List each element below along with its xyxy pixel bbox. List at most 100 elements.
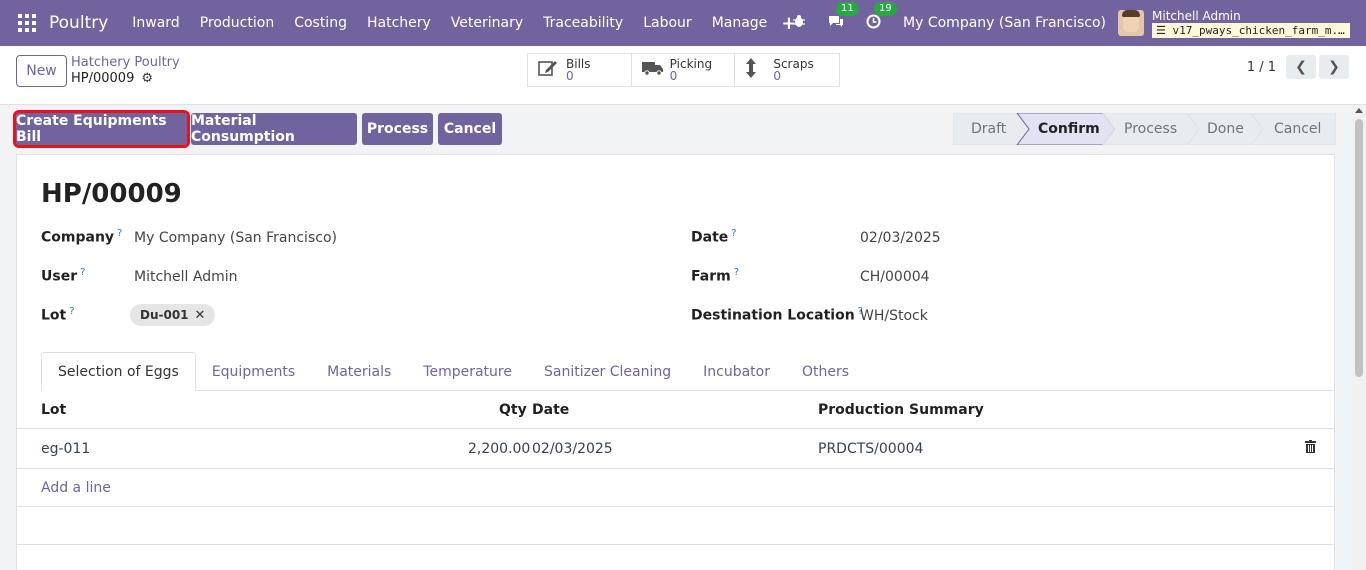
menu-item-production[interactable]: Production: [190, 15, 284, 31]
destination-location-field[interactable]: WH/Stock: [860, 308, 928, 324]
date-field[interactable]: 02/03/2025: [860, 230, 941, 246]
menu-item-manage[interactable]: Manage: [702, 15, 778, 31]
chevron-right-icon: ❯: [1328, 59, 1340, 75]
user-field[interactable]: Mitchell Admin: [134, 269, 238, 285]
bills-count: 0: [566, 69, 574, 83]
pager-next-button[interactable]: ❯: [1319, 55, 1349, 79]
picking-smart-button[interactable]: Picking 0: [632, 54, 736, 86]
cancel-button[interactable]: Cancel: [438, 113, 502, 145]
gear-icon[interactable]: ⚙: [141, 71, 153, 86]
help-icon[interactable]: ?: [731, 228, 736, 239]
table-row[interactable]: eg-011 2,200.00 02/03/2025 PRDCTS/00004: [17, 429, 1335, 469]
menu-item-traceability[interactable]: Traceability: [533, 15, 633, 31]
main-menu: Inward Production Costing Hatchery Veter…: [122, 13, 796, 34]
farm-field[interactable]: CH/00004: [860, 269, 930, 285]
activity-clock-icon[interactable]: 19: [866, 1, 897, 33]
farm-label: Farm?: [691, 267, 739, 285]
menu-item-labour[interactable]: Labour: [633, 15, 701, 31]
table-header: Lot Qty Date Production Summary: [17, 391, 1335, 429]
bills-smart-button[interactable]: Bills 0: [528, 54, 632, 86]
apps-menu-icon[interactable]: [18, 14, 36, 32]
smart-buttons: Bills 0 Picking 0 Scraps 0: [527, 53, 840, 87]
add-line-link[interactable]: Add a line: [41, 480, 111, 496]
tab-sanitizer-cleaning[interactable]: Sanitizer Cleaning: [528, 352, 687, 391]
picking-count: 0: [669, 69, 678, 83]
help-icon[interactable]: ?: [69, 306, 74, 317]
material-consumption-button[interactable]: Material Consumption: [191, 113, 357, 145]
messages-icon[interactable]: 11: [828, 2, 859, 32]
scraps-smart-button[interactable]: Scraps 0: [735, 54, 839, 86]
database-name-text: v17_pways_chicken_farm_m...: [1172, 23, 1351, 37]
tab-incubator[interactable]: Incubator: [687, 352, 786, 391]
activity-badge: 19: [874, 1, 897, 16]
arrows-vertical-icon: [745, 58, 767, 82]
database-name: ☰ v17_pways_chicken_farm_m...: [1152, 22, 1351, 38]
row-lot[interactable]: eg-011: [41, 441, 90, 457]
destination-location-label: Destination Location?: [691, 306, 863, 324]
messages-badge: 11: [836, 2, 859, 16]
eggs-table: Lot Qty Date Production Summary eg-011 2…: [17, 391, 1335, 545]
add-line-row: Add a line: [17, 469, 1335, 507]
scraps-count: 0: [773, 69, 781, 83]
help-icon[interactable]: ?: [117, 228, 122, 239]
create-equipments-bill-button[interactable]: Create Equipments Bill: [13, 110, 190, 148]
form-statusbar: Create Equipments Bill Material Consumpt…: [0, 105, 1352, 154]
user-label: User?: [41, 267, 85, 285]
company-field[interactable]: My Company (San Francisco): [134, 230, 337, 246]
lot-tag[interactable]: Du-001 ✕: [130, 304, 216, 326]
row-production-summary[interactable]: PRDCTS/00004: [818, 441, 923, 457]
user-avatar[interactable]: [1118, 10, 1144, 36]
breadcrumb-parent[interactable]: Hatchery Poultry: [71, 55, 180, 70]
pager-value[interactable]: 1 / 1: [1247, 60, 1276, 75]
stage-done[interactable]: Done: [1207, 121, 1244, 137]
column-header-production-summary[interactable]: Production Summary: [818, 402, 984, 418]
stage-cancel[interactable]: Cancel: [1274, 121, 1321, 137]
stage-confirm[interactable]: Confirm: [1038, 121, 1100, 137]
record-title: HP/00009: [41, 179, 182, 209]
stage-process[interactable]: Process: [1124, 121, 1177, 137]
scroll-up-arrow-icon[interactable]: [1355, 108, 1363, 113]
stage-draft[interactable]: Draft: [971, 121, 1006, 137]
new-button[interactable]: New: [16, 55, 67, 87]
notebook-tabs: Selection of Eggs Equipments Materials T…: [41, 352, 1335, 391]
column-header-date[interactable]: Date: [532, 402, 569, 418]
tab-others[interactable]: Others: [786, 352, 865, 391]
edit-icon: [538, 59, 560, 81]
database-icon: ☰: [1156, 23, 1166, 37]
row-qty[interactable]: 2,200.00: [468, 441, 530, 457]
form-sheet: HP/00009 Company? My Company (San Franci…: [16, 154, 1335, 570]
menu-item-costing[interactable]: Costing: [284, 15, 357, 31]
help-icon[interactable]: ?: [734, 267, 739, 278]
farm-label-text: Farm: [691, 268, 731, 285]
trash-icon[interactable]: [1305, 440, 1316, 457]
tab-equipments[interactable]: Equipments: [196, 352, 311, 391]
record-name: HP/00009: [71, 71, 135, 86]
close-icon[interactable]: ✕: [195, 308, 206, 323]
menu-item-veterinary[interactable]: Veterinary: [441, 15, 533, 31]
page-scrollbar[interactable]: [1352, 105, 1366, 570]
tab-selection-of-eggs[interactable]: Selection of Eggs: [41, 352, 196, 391]
column-header-lot[interactable]: Lot: [41, 402, 66, 418]
help-icon[interactable]: ?: [80, 267, 85, 278]
control-panel: New Hatchery Poultry HP/00009 ⚙ Bills 0 P…: [0, 46, 1366, 105]
empty-row: [17, 507, 1335, 545]
user-menu[interactable]: Mitchell Admin ☰ v17_pways_chicken_farm_…: [1152, 9, 1350, 38]
breadcrumb-current: HP/00009 ⚙: [71, 71, 153, 86]
scrollbar-thumb[interactable]: [1355, 119, 1363, 377]
company-switcher[interactable]: My Company (San Francisco): [903, 15, 1106, 31]
app-brand[interactable]: Poultry: [49, 13, 108, 33]
chevron-left-icon: ❮: [1295, 59, 1307, 75]
process-button[interactable]: Process: [362, 113, 433, 145]
tab-materials[interactable]: Materials: [311, 352, 407, 391]
destination-location-label-text: Destination Location: [691, 307, 855, 324]
bug-icon[interactable]: [792, 14, 806, 32]
navbar-systray: 11 19 My Company (San Francisco) Mitchel…: [792, 0, 1366, 46]
row-date[interactable]: 02/03/2025: [532, 441, 613, 457]
lot-tag-label: Du-001: [140, 308, 189, 322]
menu-item-hatchery[interactable]: Hatchery: [357, 15, 441, 31]
pager-previous-button[interactable]: ❮: [1286, 55, 1316, 79]
company-label: Company?: [41, 228, 122, 246]
column-header-qty[interactable]: Qty: [499, 402, 527, 418]
menu-item-inward[interactable]: Inward: [122, 15, 189, 31]
tab-temperature[interactable]: Temperature: [407, 352, 528, 391]
